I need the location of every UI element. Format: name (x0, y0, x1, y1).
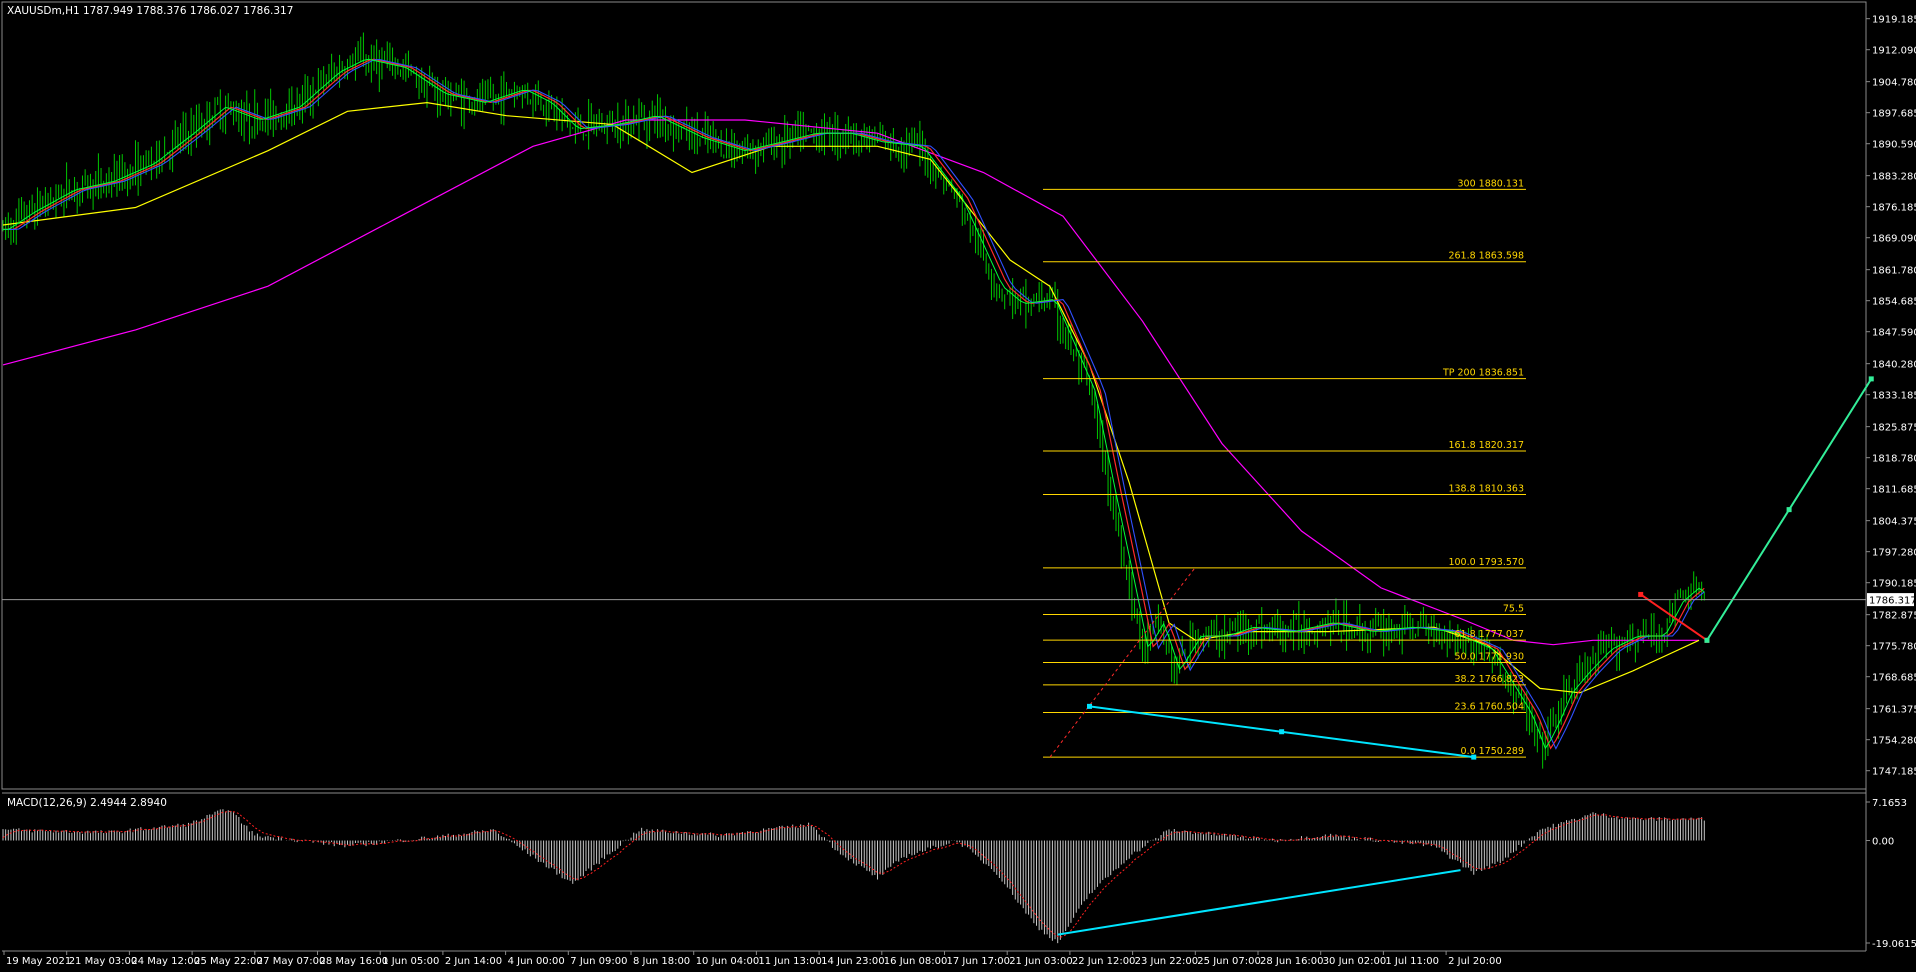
fib-level-label: 161.8 1820.317 (1448, 440, 1524, 451)
macd-tick-label: 0.00 (1872, 837, 1894, 848)
chart-title: XAUUSDm,H1 1787.949 1788.376 1786.027 17… (7, 5, 293, 17)
projection-up-line-handle (1868, 376, 1874, 382)
fib-level-label: 61.8 1777.037 (1454, 629, 1524, 640)
price-tick-label: 1854.685 (1872, 297, 1916, 308)
price-tick-label: 1811.685 (1872, 485, 1916, 496)
time-tick-label: 17 Jun 17:00 (947, 956, 1011, 967)
fib-level-label: 50.0 1771.930 (1454, 652, 1524, 663)
time-tick-label: 11 Jun 13:00 (758, 956, 822, 967)
price-tick-label: 1754.280 (1872, 736, 1916, 747)
price-tick-label: 1840.280 (1872, 360, 1916, 371)
price-tick-label: 1847.590 (1872, 328, 1916, 339)
time-tick-label: 2 Jul 20:00 (1448, 956, 1502, 967)
chart-background (0, 0, 1916, 972)
time-tick-label: 14 Jun 23:00 (821, 956, 885, 967)
projection-up-mid (1786, 507, 1792, 513)
fib-level-label: 38.2 1766.823 (1454, 674, 1524, 685)
macd-label: MACD(12,26,9) 2.4944 2.8940 (7, 797, 167, 809)
projection-up-line-handle (1704, 637, 1710, 643)
price-tick-label: 1825.875 (1872, 423, 1916, 434)
time-tick-label: 19 May 2021 (6, 956, 71, 967)
price-tick-label: 1883.280 (1872, 172, 1916, 183)
time-tick-label: 21 May 03:00 (69, 956, 138, 967)
time-tick-label: 28 May 16:00 (320, 956, 389, 967)
support-trendline-handle (1087, 703, 1092, 709)
price-tick-label: 1876.185 (1872, 203, 1916, 214)
price-tick-label: 1897.685 (1872, 109, 1916, 120)
price-tick-label: 1869.090 (1872, 234, 1916, 245)
chart-canvas: 0.0 1750.289 23.6 1760.504 38.2 1766.823 50… (0, 0, 1916, 972)
price-tick-label: 1912.090 (1872, 46, 1916, 57)
time-tick-label: 10 Jun 04:00 (696, 956, 760, 967)
price-tick-label: 1747.185 (1872, 767, 1916, 778)
price-tick-label: 1804.375 (1872, 517, 1916, 528)
macd-tick-label: 7.1653 (1872, 798, 1907, 809)
price-tick-label: 1775.780 (1872, 642, 1916, 653)
time-tick-label: 4 Jun 00:00 (508, 956, 565, 967)
fib-level-label: 0.0 1750.289 (1461, 746, 1524, 757)
time-tick-label: 24 May 12:00 (131, 956, 200, 967)
time-tick-label: 16 Jun 08:00 (884, 956, 948, 967)
price-tick-label: 1790.185 (1872, 579, 1916, 590)
current-price-label: 1786.317 (1869, 596, 1916, 607)
time-tick-label: 7 Jun 09:00 (570, 956, 627, 967)
time-tick-label: 25 Jun 07:00 (1197, 956, 1261, 967)
price-tick-label: 1818.780 (1872, 454, 1916, 465)
macd-tick-label: -19.0615 (1872, 939, 1916, 950)
fib-level-label: 23.6 1760.504 (1454, 701, 1524, 712)
time-tick-label: 21 Jun 03:00 (1009, 956, 1073, 967)
fib-level-label: TP 200 1836.851 (1442, 368, 1524, 379)
fib-level-label: 100.0 1793.570 (1448, 557, 1524, 568)
price-tick-label: 1761.375 (1872, 705, 1916, 716)
fib-level-label: 138.8 1810.363 (1448, 483, 1524, 494)
current-price-tag: 1786.317 (1867, 593, 1916, 607)
time-tick-label: 30 Jun 02:00 (1323, 956, 1387, 967)
price-tick-label: 1919.185 (1872, 15, 1916, 26)
support-trendline-mid (1279, 729, 1285, 735)
time-tick-label: 25 May 22:00 (194, 956, 263, 967)
projection-down-line-handle (1638, 591, 1644, 597)
time-tick-label: 2 Jun 14:00 (445, 956, 502, 967)
time-tick-label: 8 Jun 18:00 (633, 956, 690, 967)
price-tick-label: 1861.780 (1872, 266, 1916, 277)
price-tick-label: 1904.780 (1872, 78, 1916, 89)
price-tick-label: 1797.280 (1872, 548, 1916, 559)
support-trendline-handle (1471, 754, 1477, 760)
price-tick-label: 1782.875 (1872, 611, 1916, 622)
fib-level-label: 261.8 1863.598 (1448, 251, 1524, 262)
time-tick-label: 1 Jul 11:00 (1385, 956, 1439, 967)
price-tick-label: 1833.185 (1872, 391, 1916, 402)
time-tick-label: 28 Jun 16:00 (1260, 956, 1324, 967)
price-tick-label: 1768.685 (1872, 673, 1916, 684)
price-tick-label: 1890.590 (1872, 140, 1916, 151)
time-tick-label: 27 May 07:00 (257, 956, 326, 967)
time-tick-label: 22 Jun 12:00 (1072, 956, 1136, 967)
fib-level-label: 75.5 (1503, 604, 1524, 615)
time-tick-label: 1 Jun 05:00 (382, 956, 439, 967)
fib-level-label: 300 1880.131 (1458, 178, 1524, 189)
time-tick-label: 23 Jun 22:00 (1135, 956, 1199, 967)
